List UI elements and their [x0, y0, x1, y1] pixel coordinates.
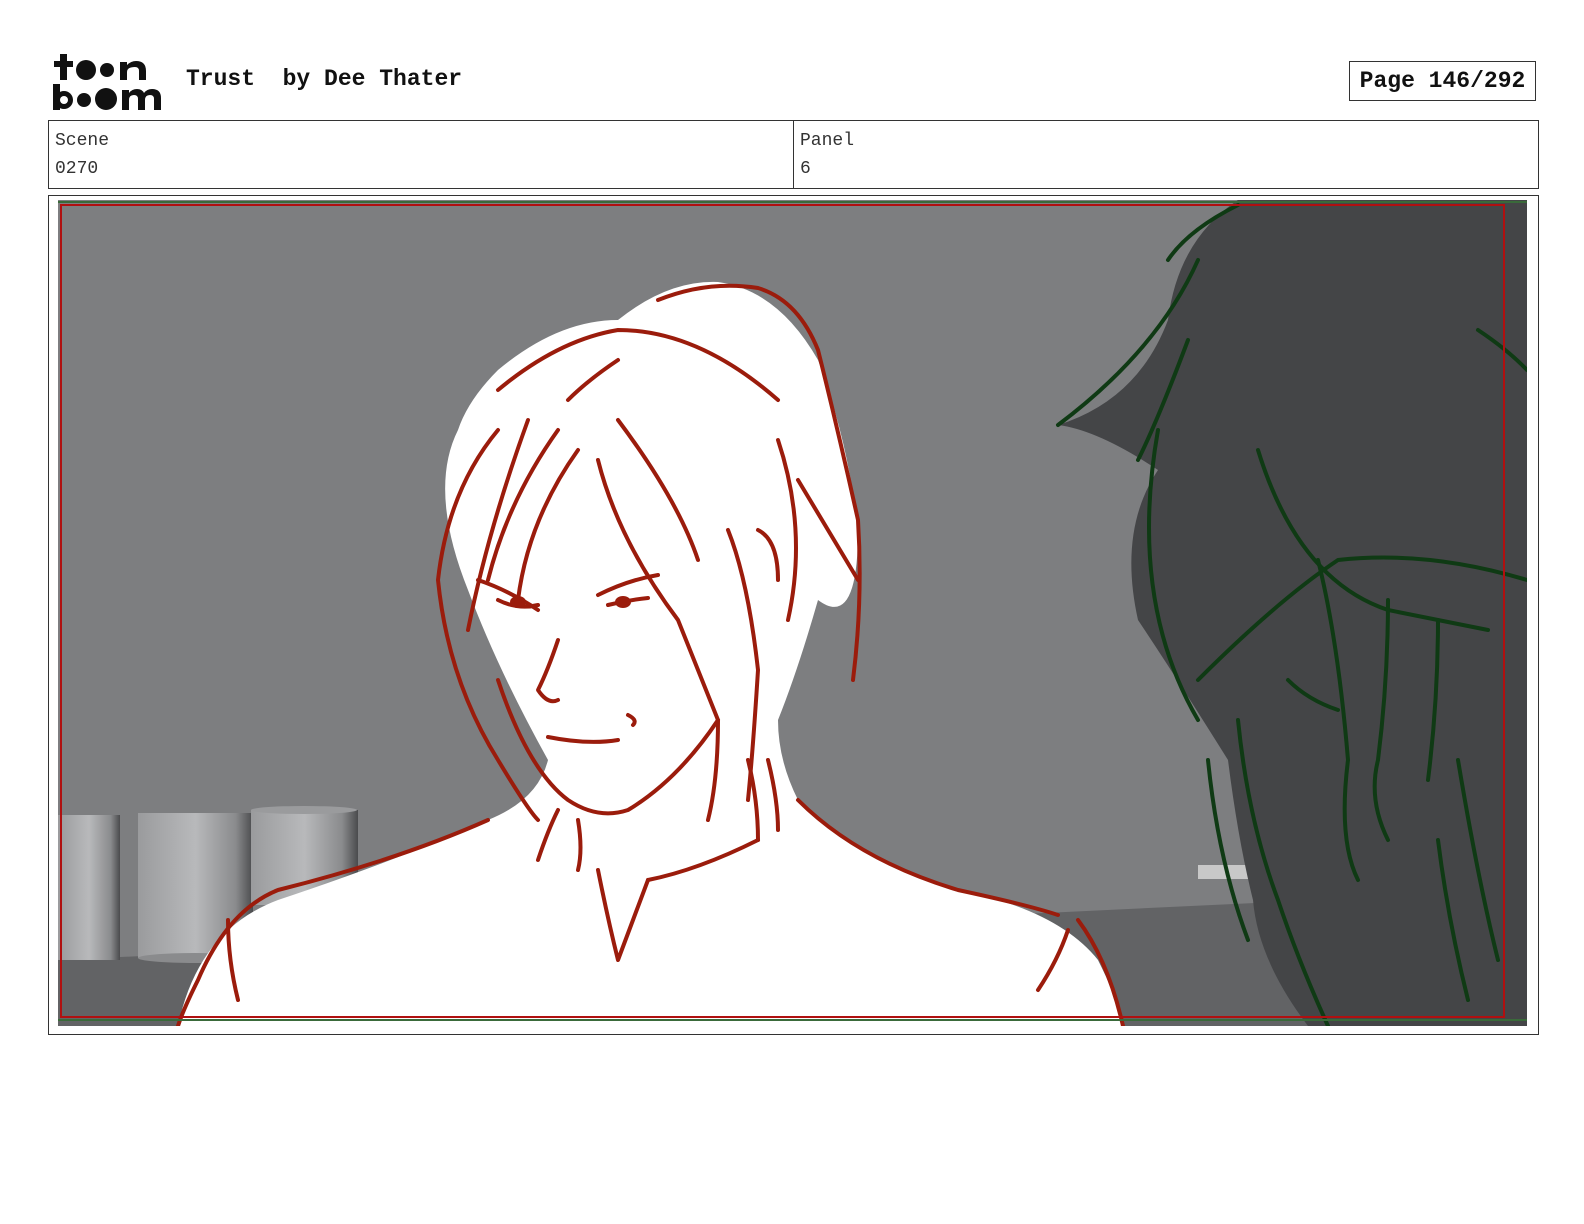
- page-counter: Page 146/292: [1349, 61, 1536, 101]
- scene-value: 0270: [55, 159, 99, 179]
- toon-boom-logo: [53, 54, 161, 110]
- panel-frame: [48, 195, 1539, 1035]
- cylinder-1: [58, 815, 120, 960]
- board-title: Trust by Dee Thater: [186, 66, 463, 92]
- scene-label: Scene: [55, 131, 110, 151]
- scene-panel-info: Scene 0270 Panel 6: [48, 120, 1539, 189]
- panel-value: 6: [800, 159, 811, 179]
- scene-cell: Scene 0270: [49, 121, 793, 188]
- panel-cell: Panel 6: [793, 121, 1538, 188]
- storyboard-panel-image: [58, 200, 1527, 1026]
- panel-label: Panel: [800, 131, 855, 151]
